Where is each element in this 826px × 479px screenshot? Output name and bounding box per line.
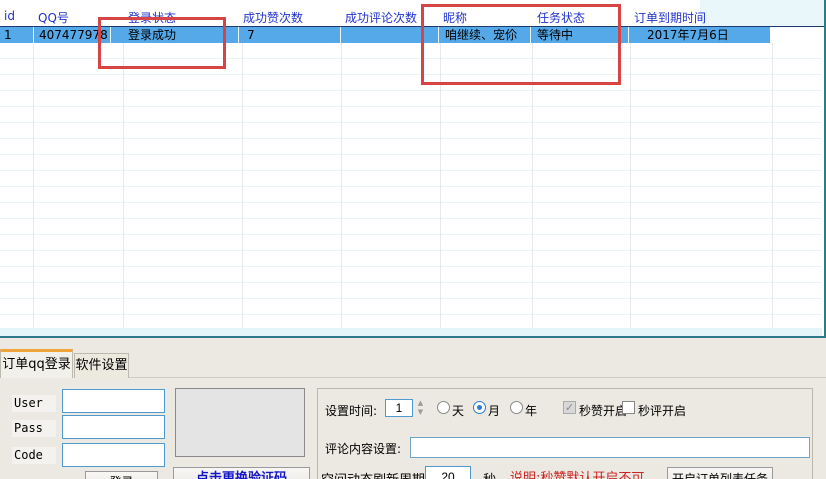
tab-software-settings[interactable]: 软件设置: [74, 353, 129, 378]
user-input[interactable]: [62, 389, 165, 413]
checkbox-auto-like-label[interactable]: 秒赞开启: [579, 402, 627, 419]
chevron-up-icon[interactable]: ▲: [418, 400, 423, 407]
column-separator: [341, 43, 342, 336]
radio-month-label[interactable]: 月: [488, 402, 500, 419]
radio-day[interactable]: [437, 401, 450, 414]
radio-day-label[interactable]: 天: [452, 402, 464, 419]
checkbox-auto-comment-label[interactable]: 秒评开启: [638, 402, 686, 419]
tab-strip-line: [129, 377, 826, 378]
radio-year[interactable]: [510, 401, 523, 414]
chevron-down-icon[interactable]: ▼: [418, 409, 423, 416]
refresh-unit-label: 秒: [483, 469, 496, 479]
cell-like-count: 7: [239, 27, 340, 43]
checkbox-auto-comment[interactable]: [622, 401, 635, 414]
checkbox-auto-like[interactable]: ✓: [563, 401, 576, 414]
column-header-expire-date[interactable]: 订单到期时间: [634, 9, 706, 26]
column-separator: [123, 43, 124, 336]
captcha-image: [175, 388, 305, 457]
column-separator: [630, 43, 631, 336]
login-status-highlight-box: [98, 17, 226, 69]
column-separator: [33, 43, 34, 336]
nickname-task-highlight-box: [421, 4, 621, 85]
bottom-panel: 订单qq登录 软件设置 User Pass Code 登录 点击更换验证码 设置…: [0, 338, 826, 479]
cell-id: 1: [0, 27, 33, 43]
cell-expire-date: 2017年7月6日: [629, 27, 769, 43]
code-label: Code: [12, 447, 56, 464]
column-header-qq[interactable]: QQ号: [38, 9, 69, 26]
login-button[interactable]: 登录: [85, 471, 158, 479]
tab-order-qq-login[interactable]: 订单qq登录: [0, 349, 73, 378]
set-time-label: 设置时间:: [325, 402, 377, 419]
column-separator: [242, 43, 243, 336]
column-separator: [440, 43, 441, 336]
comment-content-input[interactable]: [410, 437, 810, 458]
radio-year-label[interactable]: 年: [525, 402, 537, 419]
refresh-period-input[interactable]: [425, 466, 471, 479]
column-header-id[interactable]: id: [4, 9, 15, 23]
user-label: User: [12, 395, 56, 412]
highlighted-empty-row: [0, 328, 822, 336]
column-separator: [772, 43, 773, 336]
column-separator: [532, 43, 533, 336]
time-value-input[interactable]: [385, 399, 413, 417]
column-header-like-count[interactable]: 成功赞次数: [243, 9, 303, 26]
pass-input[interactable]: [62, 415, 165, 439]
start-order-task-button[interactable]: 开启订单列表任务: [667, 467, 773, 479]
time-spinner[interactable]: ▲ ▼: [415, 399, 426, 417]
radio-month[interactable]: [473, 401, 486, 414]
refresh-period-label: 空间动态刷新周期: [321, 469, 425, 479]
app-window: id QQ号 登录状态 成功赞次数 成功评论次数 昵称 任务状态 订单到期时间 …: [0, 0, 826, 479]
note-text: 说明:秒赞默认开启不可: [510, 467, 644, 479]
pass-label: Pass: [12, 420, 56, 437]
comment-content-label: 评论内容设置:: [325, 440, 401, 457]
change-captcha-button[interactable]: 点击更换验证码: [173, 467, 310, 479]
column-header-comment-count[interactable]: 成功评论次数: [345, 9, 417, 26]
header-right-tint: [700, 0, 824, 26]
code-input[interactable]: [62, 443, 165, 467]
check-icon: ✓: [565, 401, 574, 414]
